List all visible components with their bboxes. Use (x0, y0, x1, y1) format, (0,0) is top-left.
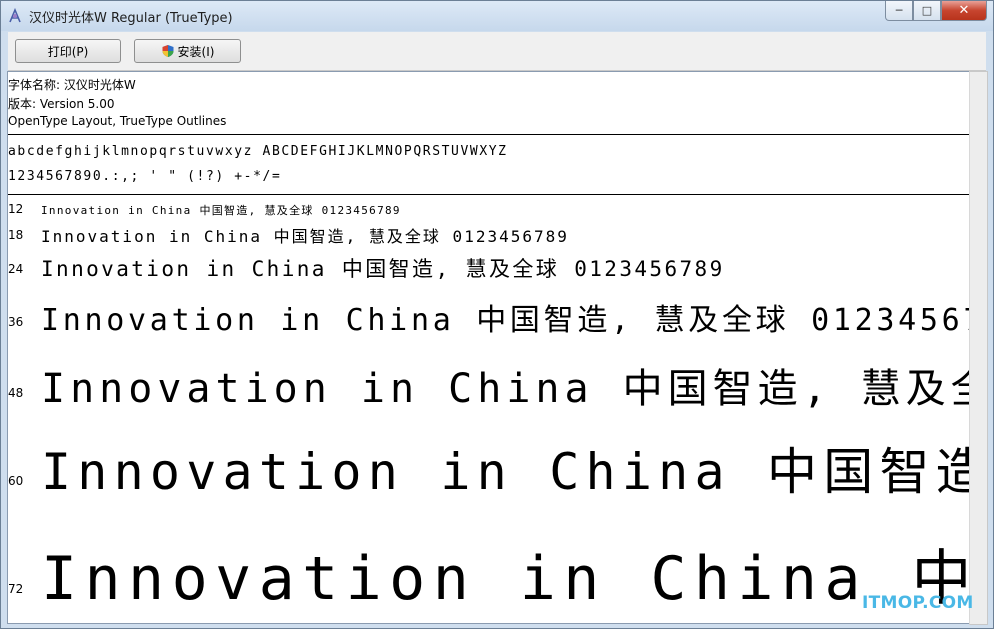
print-button-label: 打印(P) (47, 44, 89, 59)
sample-size-label: 12 (8, 202, 24, 216)
charset-letters: abcdefghijklmnopqrstuvwxyz ABCDEFGHIJKLM… (8, 144, 508, 159)
sample-size-label: 24 (8, 262, 24, 276)
font-name-line: 字体名称: 汉仪时光体W (8, 78, 136, 92)
divider (8, 194, 970, 195)
font-preview-pane[interactable]: 字体名称: 汉仪时光体W 版本: Version 5.00 OpenType L… (7, 71, 970, 624)
sample-size-label: 18 (8, 228, 24, 242)
font-version-line: 版本: Version 5.00 (8, 97, 115, 111)
sample-text: Innovation in China 中国智造, 慧及全球 012345678… (41, 227, 569, 246)
sample-size-label: 60 (8, 474, 24, 488)
sample-text: Innovation in China 中国智造, 慧及全球 012345678… (41, 303, 970, 338)
window-title: 汉仪时光体W Regular (TrueType) (29, 11, 233, 26)
title-bar[interactable]: 汉仪时光体W Regular (TrueType) ─ □ ✕ (1, 1, 993, 31)
sample-size-label: 72 (8, 582, 24, 596)
maximize-button[interactable]: □ (913, 1, 941, 21)
watermark-logo: ITMOP.COM (862, 593, 974, 613)
font-file-icon (9, 8, 21, 23)
font-outlines-line: OpenType Layout, TrueType Outlines (8, 114, 227, 128)
uac-shield-icon (162, 45, 174, 57)
print-button[interactable]: 打印(P) (15, 39, 121, 63)
sample-text: Innovation in China 中国智造, 慧及全球 012345678… (41, 544, 970, 614)
close-icon: ✕ (958, 3, 970, 18)
caption-buttons: ─ □ ✕ (885, 1, 987, 21)
vertical-scrollbar[interactable] (969, 71, 988, 625)
minimize-icon: ─ (895, 4, 903, 17)
sample-text: Innovation in China 中国智造, 慧及全球 012345678… (41, 443, 970, 501)
divider (8, 134, 970, 135)
install-button[interactable]: 安装(I) (134, 39, 241, 63)
close-button[interactable]: ✕ (941, 1, 987, 21)
sample-size-label: 36 (8, 315, 24, 329)
minimize-button[interactable]: ─ (885, 1, 913, 21)
install-button-label: 安装(I) (177, 44, 215, 59)
sample-text: Innovation in China 中国智造, 慧及全球 012345678… (41, 204, 401, 217)
maximize-icon: □ (921, 4, 933, 17)
sample-text: Innovation in China 中国智造, 慧及全球 012345678… (41, 257, 725, 281)
sample-text: Innovation in China 中国智造, 慧及全球 012345678… (41, 366, 970, 412)
sample-size-label: 48 (8, 386, 24, 400)
toolbar: 打印(P) 安装(I) (8, 32, 986, 71)
charset-digits: 1234567890.:,; ' " (!?) +-*/= (8, 169, 282, 184)
